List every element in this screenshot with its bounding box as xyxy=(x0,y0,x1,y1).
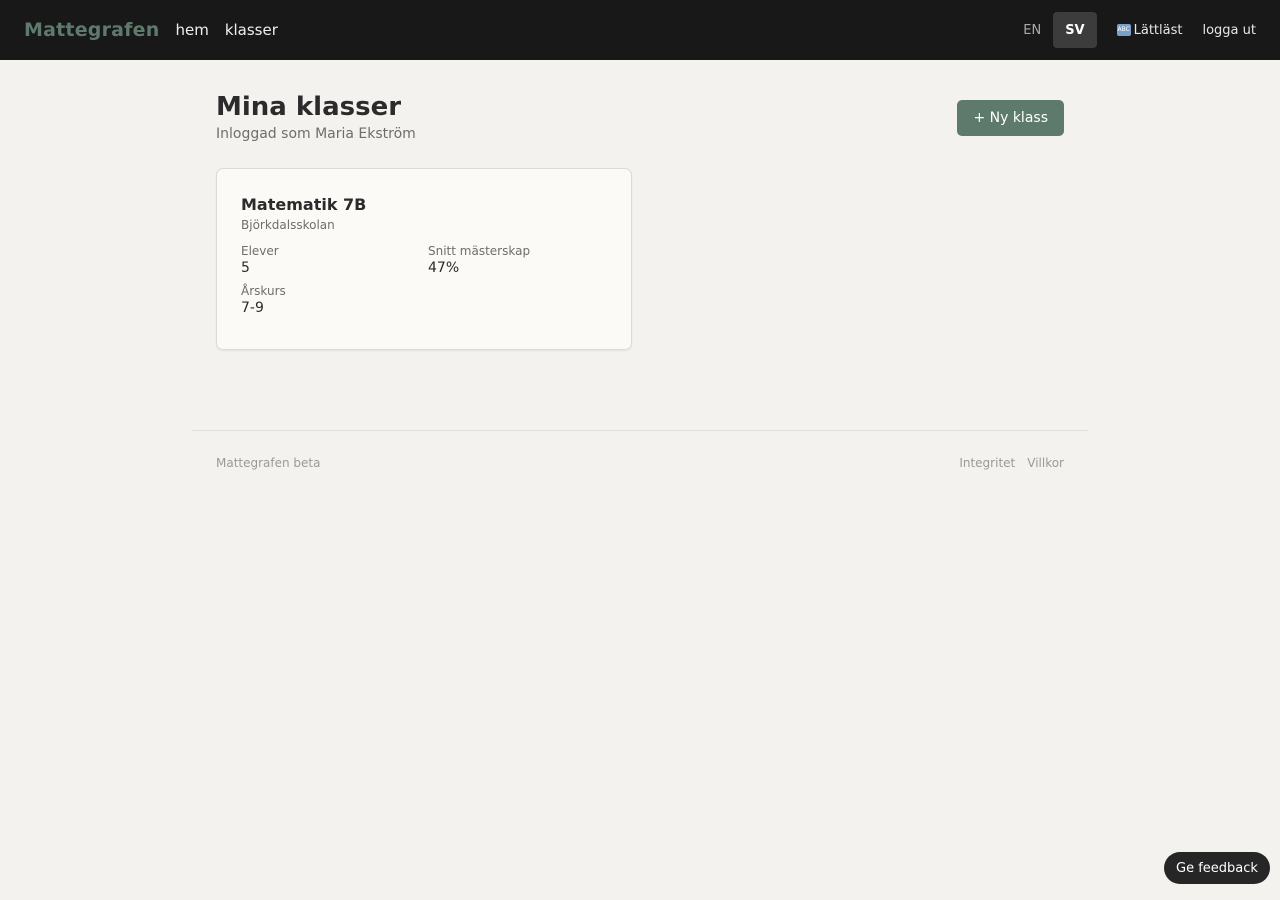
nav-link-classes[interactable]: klasser xyxy=(225,21,278,39)
nav-link-home[interactable]: hem xyxy=(175,21,208,39)
stat-value: 7-9 xyxy=(241,300,264,316)
stat-value: 47% xyxy=(428,260,460,276)
stat-students: Elever 5 xyxy=(241,244,428,276)
top-navigation-bar: Mattegrafen hem klasser EN SV ABC Lättlä… xyxy=(0,0,1280,60)
class-school: Björkdalsskolan xyxy=(241,218,335,232)
logout-link[interactable]: logga ut xyxy=(1202,23,1256,38)
logged-in-as-text: Inloggad som Maria Ekström xyxy=(216,126,416,142)
privacy-link[interactable]: Integritet xyxy=(959,456,1015,470)
abc-icon: ABC xyxy=(1116,24,1131,36)
stat-value: 5 xyxy=(241,260,250,276)
stat-label: Snitt mästerskap xyxy=(428,244,531,258)
language-sv-button[interactable]: SV xyxy=(1053,12,1097,48)
class-card[interactable]: Matematik 7B Björkdalsskolan Elever 5 Sn… xyxy=(216,168,632,350)
new-class-button[interactable]: + Ny klass xyxy=(957,100,1064,136)
footer-links: Integritet Villkor xyxy=(947,456,1064,470)
stat-average-mastery: Snitt mästerskap 47% xyxy=(428,244,615,276)
easy-read-toggle[interactable]: ABC Lättläst xyxy=(1116,22,1183,38)
footer-brand-text: Mattegrafen beta xyxy=(216,456,321,470)
language-en-button[interactable]: EN xyxy=(1011,12,1053,48)
class-stats: Elever 5 Snitt mästerskap 47% Årskurs 7-… xyxy=(241,244,607,316)
stat-grade: Årskurs 7-9 xyxy=(241,284,428,316)
brand-logo[interactable]: Mattegrafen xyxy=(24,19,159,41)
feedback-button[interactable]: Ge feedback xyxy=(1164,852,1270,884)
stat-label: Elever xyxy=(241,244,279,258)
stat-label: Årskurs xyxy=(241,284,286,298)
class-name: Matematik 7B xyxy=(241,195,367,214)
terms-link[interactable]: Villkor xyxy=(1027,456,1064,470)
easy-read-label: Lättläst xyxy=(1133,22,1183,38)
page-title: Mina klasser xyxy=(216,92,402,122)
footer: Mattegrafen beta Integritet Villkor xyxy=(192,430,1088,470)
